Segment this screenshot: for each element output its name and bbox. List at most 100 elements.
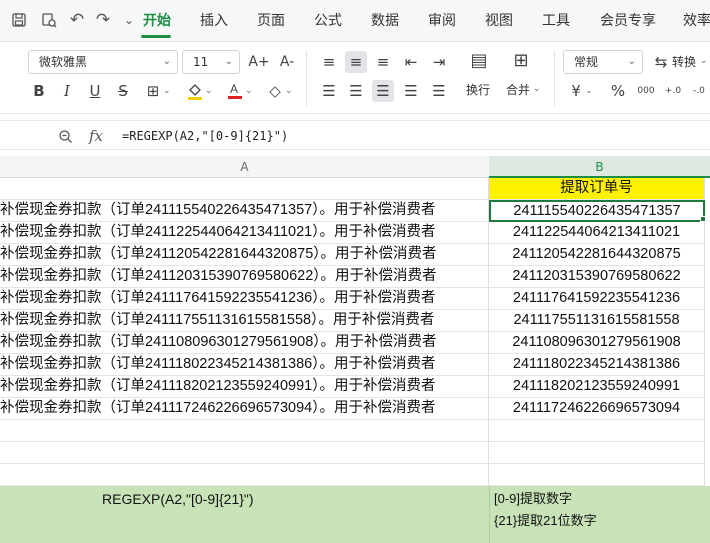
tab-home[interactable]: 开始	[143, 10, 171, 32]
cell-b2-active[interactable]: 241115540226435471357	[489, 200, 705, 222]
column-header-a[interactable]: A	[0, 156, 489, 178]
merge-cells-label[interactable]: 合并	[506, 82, 530, 98]
shrink-font-icon[interactable]: A-	[276, 51, 298, 73]
thousands-separator-icon[interactable]: 000	[635, 80, 657, 102]
save-icon[interactable]	[8, 8, 30, 35]
align-top-icon[interactable]: ≡	[318, 51, 340, 73]
cell-b10[interactable]: 241118202123559240991	[489, 376, 705, 398]
cell-a5[interactable]: 补偿现金券扣款（订单241120315390769580622）。用于补偿消费者	[0, 266, 489, 288]
cell-b7[interactable]: 241117551131615581558	[489, 310, 705, 332]
cell-a2[interactable]: 补偿现金券扣款（订单241115540226435471357）。用于补偿消费者	[0, 200, 489, 222]
cell-empty[interactable]	[0, 442, 489, 464]
align-center-icon[interactable]: ☰	[345, 80, 367, 102]
strikethrough-icon[interactable]: S	[112, 80, 134, 102]
cell-a10[interactable]: 补偿现金券扣款（订单241118202123559240991）。用于补偿消费者	[0, 376, 489, 398]
decrease-indent-icon[interactable]: ⇤	[400, 51, 422, 73]
chevron-down-icon[interactable]: ⌄	[163, 86, 171, 96]
table-row: 补偿现金券扣款（订单241117246226696573094）。用于补偿消费者…	[0, 398, 710, 420]
percent-icon[interactable]: %	[607, 80, 629, 102]
align-middle-icon[interactable]: ≡	[345, 51, 367, 73]
cell-b9[interactable]: 241118022345214381386	[489, 354, 705, 376]
currency-icon[interactable]: ¥	[565, 80, 587, 102]
cell-empty[interactable]	[0, 464, 489, 486]
cell-b6[interactable]: 241117641592235541236	[489, 288, 705, 310]
cell-b3[interactable]: 241122544064213411021	[489, 222, 705, 244]
tab-formulas[interactable]: 公式	[314, 10, 342, 32]
merge-cells-icon[interactable]: ⊞	[510, 50, 532, 72]
ribbon-divider	[306, 50, 307, 106]
cell-b5[interactable]: 241120315390769580622	[489, 266, 705, 288]
cell-a11[interactable]: 补偿现金券扣款（订单241117246226696573094）。用于补偿消费者	[0, 398, 489, 420]
align-bottom-icon[interactable]: ≡	[372, 51, 394, 73]
increase-decimal-icon[interactable]: +.0	[662, 80, 684, 102]
cell-empty[interactable]	[0, 420, 489, 442]
font-size-select[interactable]: 11 ⌄	[182, 50, 240, 74]
bold-icon[interactable]: B	[28, 80, 50, 102]
formula-input[interactable]: =REGEXP(A2,"[0-9]{21}")	[122, 125, 288, 147]
tab-page[interactable]: 页面	[257, 10, 285, 32]
quick-access-dropdown-icon[interactable]: ⌄	[118, 8, 140, 32]
distributed-align-icon[interactable]: ☰	[428, 80, 450, 102]
font-color-icon[interactable]: A	[224, 80, 246, 102]
font-name-value: 微软雅黑	[39, 55, 88, 69]
cell-empty[interactable]	[489, 464, 705, 486]
column-header-b[interactable]: B	[489, 156, 710, 178]
chevron-down-icon[interactable]: ⌄	[700, 56, 708, 66]
justify-icon[interactable]: ☰	[400, 80, 422, 102]
table-row: 补偿现金券扣款（订单241122544064213411021）。用于补偿消费者…	[0, 222, 710, 244]
cell-b1-header[interactable]: 提取订单号	[489, 178, 705, 200]
cell-a1[interactable]	[0, 178, 489, 200]
fill-color-icon[interactable]	[184, 80, 206, 102]
tab-view[interactable]: 视图	[485, 10, 513, 32]
zoom-search-icon[interactable]	[58, 125, 73, 151]
table-row	[0, 464, 710, 486]
increase-indent-icon[interactable]: ⇥	[428, 51, 450, 73]
active-tab-indicator	[141, 35, 171, 38]
cell-a8[interactable]: 补偿现金券扣款（订单241108096301279561908）。用于补偿消费者	[0, 332, 489, 354]
borders-icon[interactable]: ⊞	[142, 80, 164, 102]
cell-b11[interactable]: 241117246226696573094	[489, 398, 705, 420]
chevron-down-icon[interactable]: ⌄	[205, 86, 213, 96]
font-name-select[interactable]: 微软雅黑 ⌄	[28, 50, 178, 74]
explanation-formula: REGEXP(A2,"[0-9]{21}")	[102, 491, 254, 507]
explanation-band: REGEXP(A2,"[0-9]{21}") [0-9]提取数字 {21}提取2…	[0, 486, 710, 543]
print-preview-icon[interactable]	[38, 8, 60, 35]
cell-a3[interactable]: 补偿现金券扣款（订单241122544064213411021）。用于补偿消费者	[0, 222, 489, 244]
table-row: 补偿现金券扣款（订单241118022345214381386）。用于补偿消费者…	[0, 354, 710, 376]
decrease-decimal-icon[interactable]: -.0	[688, 80, 710, 102]
cell-a4[interactable]: 补偿现金券扣款（订单241120542281644320875）。用于补偿消费者	[0, 244, 489, 266]
chevron-down-icon[interactable]: ⌄	[533, 84, 541, 94]
redo-icon[interactable]: ↷	[92, 8, 114, 32]
wrap-text-label[interactable]: 换行	[466, 82, 490, 98]
chevron-down-icon[interactable]: ⌄	[585, 86, 593, 96]
underline-icon[interactable]: U	[84, 80, 106, 102]
cell-b4[interactable]: 241120542281644320875	[489, 244, 705, 266]
cell-b8[interactable]: 241108096301279561908	[489, 332, 705, 354]
undo-icon[interactable]: ↶	[66, 8, 88, 32]
tab-review[interactable]: 审阅	[428, 10, 456, 32]
tab-efficiency[interactable]: 效率	[683, 10, 710, 32]
convert-label[interactable]: 转换	[672, 54, 696, 70]
cell-a6[interactable]: 补偿现金券扣款（订单241117641592235541236）。用于补偿消费者	[0, 288, 489, 310]
cell-empty[interactable]	[489, 442, 705, 464]
ribbon-divider	[554, 50, 555, 106]
chevron-down-icon[interactable]: ⌄	[245, 86, 253, 96]
align-right-icon[interactable]: ☰	[372, 80, 394, 102]
tab-tools[interactable]: 工具	[542, 10, 570, 32]
align-left-icon[interactable]: ☰	[318, 80, 340, 102]
tab-insert[interactable]: 插入	[200, 10, 228, 32]
cell-a7[interactable]: 补偿现金券扣款（订单241117551131615581558）。用于补偿消费者	[0, 310, 489, 332]
cell-a9[interactable]: 补偿现金券扣款（订单241118022345214381386）。用于补偿消费者	[0, 354, 489, 376]
tab-data[interactable]: 数据	[371, 10, 399, 32]
grow-font-icon[interactable]: A+	[248, 51, 270, 73]
chevron-down-icon[interactable]: ⌄	[285, 86, 293, 96]
wrap-text-icon[interactable]: ▤	[468, 50, 490, 72]
function-icon[interactable]: fx	[89, 125, 103, 147]
number-format-select[interactable]: 常规 ⌄	[563, 50, 643, 74]
svg-text:A: A	[230, 82, 238, 96]
convert-icon[interactable]: ⇆	[650, 51, 672, 73]
italic-icon[interactable]: I	[56, 80, 78, 102]
clear-format-icon[interactable]: ◇	[264, 80, 286, 102]
cell-empty[interactable]	[489, 420, 705, 442]
tab-member[interactable]: 会员专享	[600, 10, 656, 32]
